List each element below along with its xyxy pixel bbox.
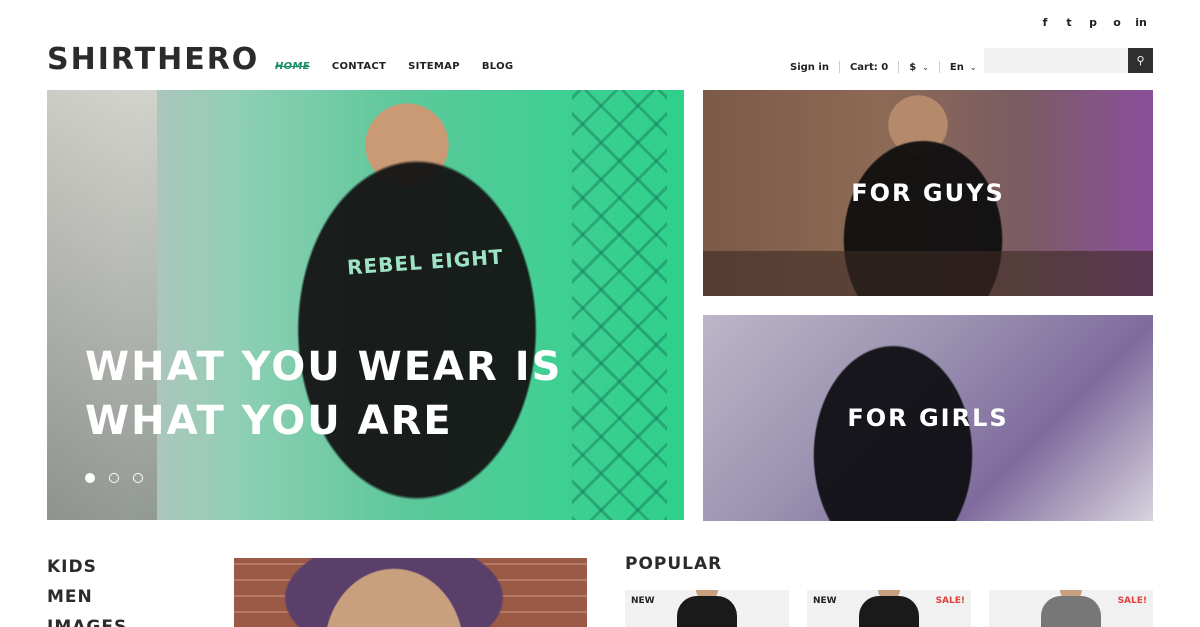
product-card[interactable]: SALE! bbox=[989, 590, 1153, 627]
hero-headline-line2: WHAT YOU ARE bbox=[85, 398, 453, 444]
sale-badge: SALE! bbox=[1117, 596, 1147, 606]
new-badge: NEW bbox=[631, 596, 655, 606]
promo-banner-image[interactable] bbox=[234, 558, 587, 627]
slider-dot-3[interactable] bbox=[133, 473, 143, 483]
popular-heading: POPULAR bbox=[625, 554, 723, 574]
language-value: En bbox=[949, 61, 964, 73]
nav-item-blog[interactable]: BLOG bbox=[482, 61, 514, 72]
product-image bbox=[1041, 596, 1101, 627]
promo-tile-girls[interactable]: FOR GIRLS bbox=[703, 315, 1153, 521]
currency-select[interactable]: $ ⌄ bbox=[909, 62, 929, 73]
divider bbox=[838, 61, 840, 73]
search-button[interactable]: ⚲ bbox=[1128, 48, 1153, 73]
social-links: f t p o in bbox=[1033, 16, 1153, 29]
site-logo[interactable]: SHIRTHERO bbox=[47, 42, 259, 77]
category-images[interactable]: IMAGES⌄ bbox=[47, 612, 144, 627]
search-icon: ⚲ bbox=[1136, 55, 1145, 67]
hero-headline: WHAT YOU WEAR IS WHAT YOU ARE bbox=[85, 340, 562, 448]
promo-tile-guys[interactable]: FOR GUYS bbox=[703, 90, 1153, 296]
sale-badge: SALE! bbox=[935, 596, 965, 606]
instagram-icon[interactable]: o bbox=[1105, 16, 1129, 29]
facebook-icon[interactable]: f bbox=[1033, 16, 1057, 29]
language-select[interactable]: En ⌄ bbox=[950, 62, 977, 73]
nav-item-contact[interactable]: CONTACT bbox=[332, 61, 386, 72]
slider-dot-2[interactable] bbox=[109, 473, 119, 483]
chevron-down-icon: ⌄ bbox=[969, 62, 977, 72]
cart-link[interactable]: Cart: 0 bbox=[850, 62, 888, 73]
promo-tile-guys-label: FOR GUYS bbox=[851, 179, 1005, 207]
nav-item-sitemap[interactable]: SITEMAP bbox=[408, 61, 460, 72]
slider-dot-1[interactable] bbox=[85, 473, 95, 483]
product-image bbox=[859, 596, 919, 627]
main-nav: HOME CONTACT SITEMAP BLOG bbox=[275, 61, 513, 72]
divider bbox=[938, 61, 940, 73]
hero-shirt-print: REBEL EIGHT bbox=[346, 244, 505, 280]
divider bbox=[898, 61, 900, 73]
category-images-label: IMAGES bbox=[47, 617, 128, 627]
sign-in-link[interactable]: Sign in bbox=[790, 62, 829, 73]
pinterest-icon[interactable]: p bbox=[1081, 16, 1105, 29]
search-box: ⚲ bbox=[984, 48, 1153, 73]
promo-tile-girls-label: FOR GIRLS bbox=[847, 404, 1009, 432]
new-badge: NEW bbox=[813, 596, 837, 606]
hero-background-wall bbox=[47, 90, 157, 520]
slider-dots bbox=[85, 473, 143, 483]
product-card[interactable]: NEW bbox=[625, 590, 789, 627]
linkedin-icon[interactable]: in bbox=[1129, 16, 1153, 29]
account-bar: Sign in Cart: 0 $ ⌄ En ⌄ bbox=[790, 61, 977, 73]
search-input[interactable] bbox=[984, 48, 1128, 73]
hero-headline-line1: WHAT YOU WEAR IS bbox=[85, 344, 563, 390]
category-men[interactable]: MEN bbox=[47, 582, 144, 612]
chevron-down-icon: ⌄ bbox=[922, 62, 929, 72]
product-image bbox=[677, 596, 737, 627]
nav-item-home[interactable]: HOME bbox=[275, 61, 310, 72]
product-card[interactable]: NEW SALE! bbox=[807, 590, 971, 627]
category-kids[interactable]: KIDS bbox=[47, 552, 144, 582]
category-list: KIDS MEN IMAGES⌄ bbox=[47, 552, 144, 627]
twitter-icon[interactable]: t bbox=[1057, 16, 1081, 29]
hero-background-gate bbox=[572, 90, 667, 520]
currency-value: $ bbox=[909, 61, 917, 73]
hero-slider[interactable]: REBEL EIGHT WHAT YOU WEAR IS WHAT YOU AR… bbox=[47, 90, 684, 520]
